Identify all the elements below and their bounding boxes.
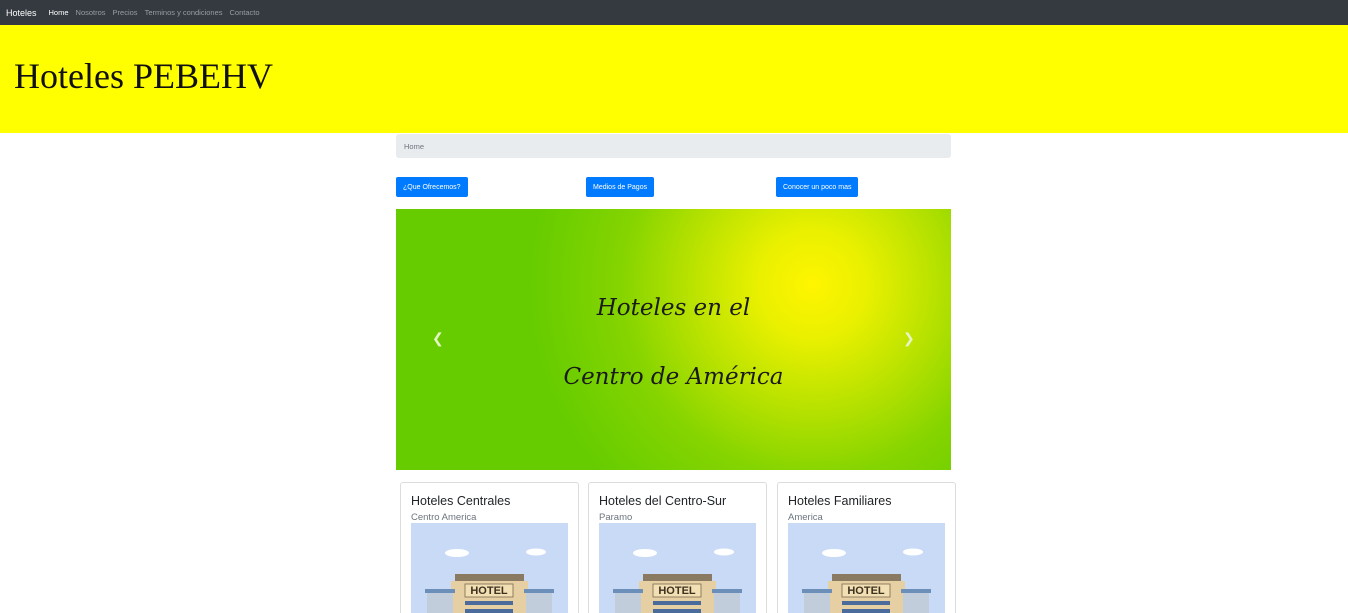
hotel-card: Hoteles Centrales Centro America HOTEL <box>400 482 579 613</box>
nav-link-home[interactable]: Home <box>49 8 69 17</box>
navbar-brand[interactable]: Hoteles <box>6 8 37 18</box>
card-title: Hoteles del Centro-Sur <box>599 494 727 508</box>
jumbotron: Hoteles PEBEHV <box>0 25 1348 133</box>
hotel-card: Hoteles del Centro-Sur Paramo HOTEL <box>588 482 767 613</box>
breadcrumb: Home <box>396 134 951 158</box>
page-title: Hoteles PEBEHV <box>14 56 273 96</box>
nav-link-terminos[interactable]: Terminos y condiciones <box>145 8 223 17</box>
card-subtitle: Centro America <box>411 512 477 523</box>
carousel-slide-line-2: Centro de América <box>563 364 784 390</box>
chevron-left-icon[interactable]: ❮ <box>432 331 444 345</box>
card-title: Hoteles Familiares <box>788 494 892 508</box>
hotel-image: HOTEL <box>788 523 945 613</box>
conocer-mas-button[interactable]: Conocer un poco mas <box>776 177 859 197</box>
hotel-sign: HOTEL <box>658 585 696 597</box>
card-subtitle: America <box>788 512 823 523</box>
que-ofrecemos-button[interactable]: ¿Que Ofrecemos? <box>396 177 468 197</box>
hotel-card: Hoteles Familiares America HOTEL <box>777 482 956 613</box>
nav-link-precios[interactable]: Precios <box>113 8 138 17</box>
chevron-right-icon[interactable]: ❯ <box>903 331 915 345</box>
medios-de-pagos-button[interactable]: Medios de Pagos <box>586 177 655 197</box>
hotel-image: HOTEL <box>599 523 756 613</box>
breadcrumb-item-home: Home <box>404 141 425 151</box>
carousel-slide-line-1: Hoteles en el <box>596 295 751 321</box>
top-navbar: Hoteles Home Nosotros Precios Terminos y… <box>0 0 1348 25</box>
hotel-image: HOTEL <box>411 523 568 613</box>
card-subtitle: Paramo <box>599 512 633 523</box>
nav-link-nosotros[interactable]: Nosotros <box>76 8 106 17</box>
hotel-sign: HOTEL <box>847 585 885 597</box>
card-title: Hoteles Centrales <box>411 494 511 508</box>
nav-link-contacto[interactable]: Contacto <box>230 8 260 17</box>
carousel: Hoteles en el Centro de América ❮ ❯ <box>396 209 951 470</box>
hotel-sign: HOTEL <box>470 585 508 597</box>
